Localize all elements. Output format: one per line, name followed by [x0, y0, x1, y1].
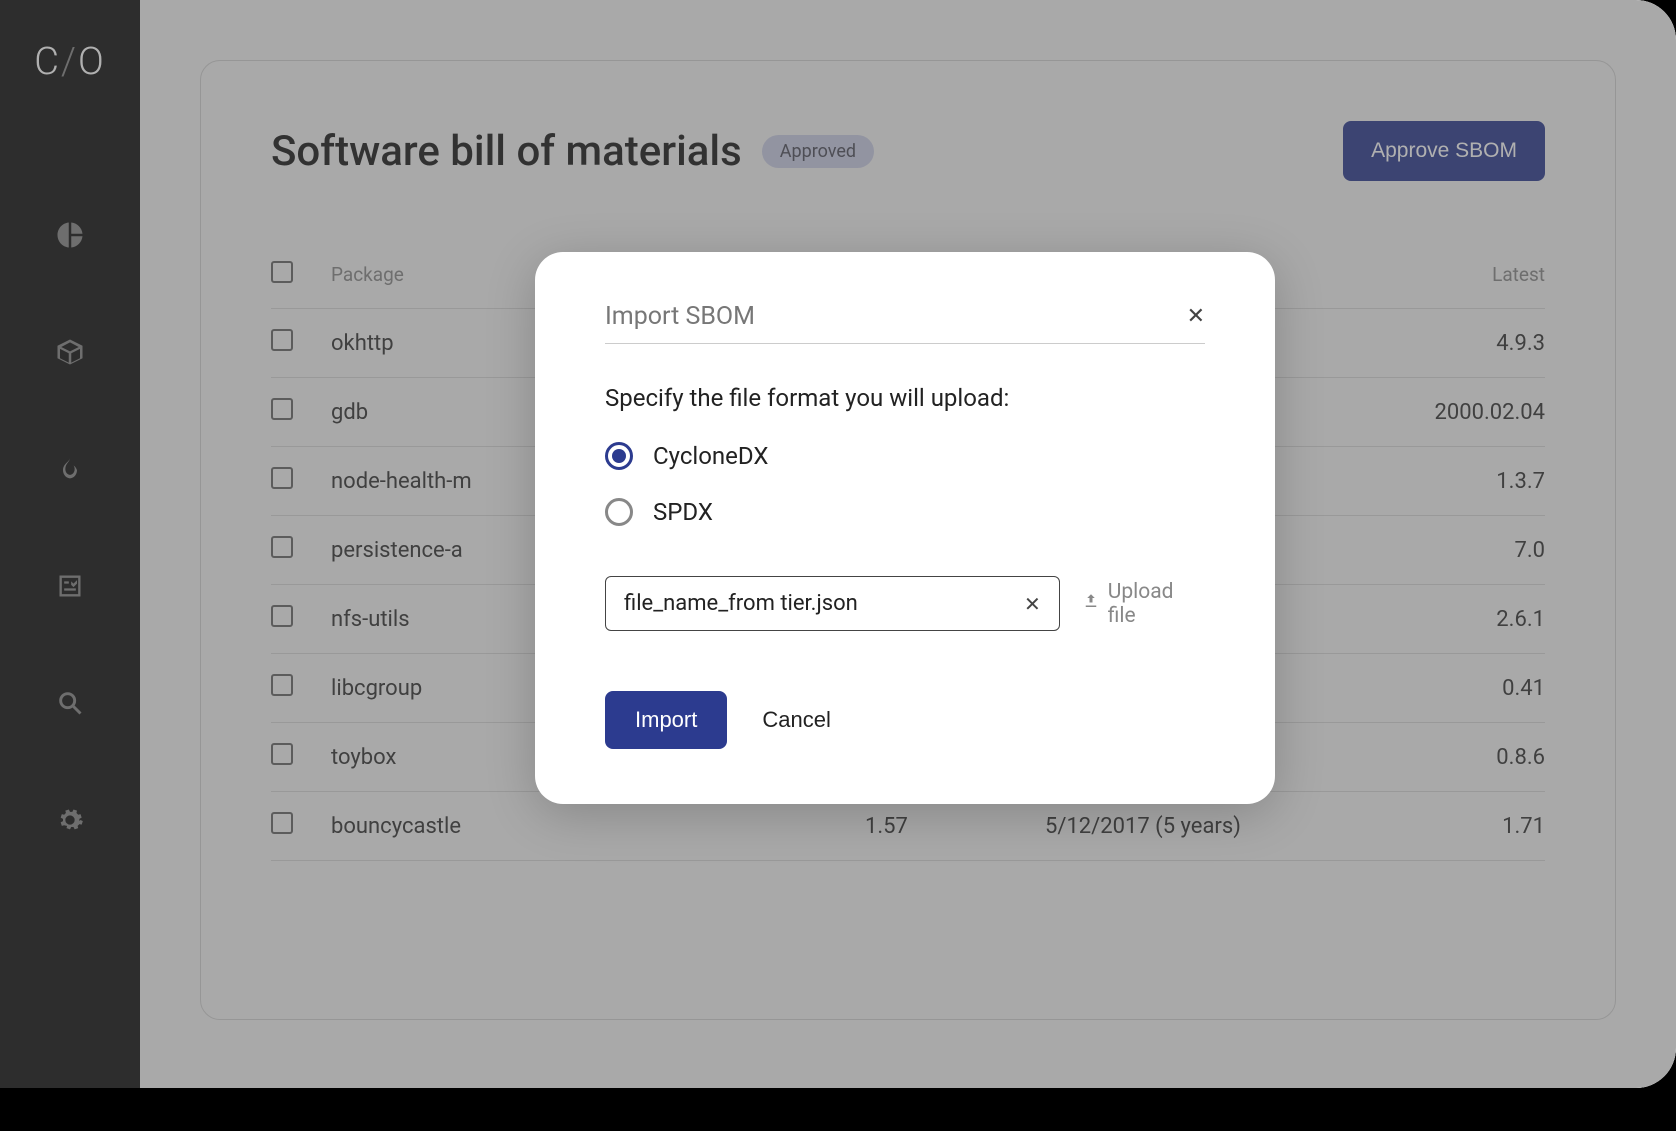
modal-title: Import SBOM [605, 302, 755, 331]
format-radio-group: CycloneDX SPDX [605, 442, 1205, 526]
import-button[interactable]: Import [605, 691, 727, 749]
clear-file-icon[interactable]: ✕ [1024, 592, 1041, 616]
radio-option-spdx[interactable]: SPDX [605, 498, 1205, 526]
file-name-text: file_name_from tier.json [624, 591, 858, 616]
radio-label: SPDX [653, 498, 713, 526]
upload-file-label: Upload file [1108, 580, 1205, 628]
upload-file-button[interactable]: Upload file [1082, 580, 1205, 628]
import-sbom-modal: Import SBOM ✕ Specify the file format yo… [535, 252, 1275, 804]
radio-label: CycloneDX [653, 442, 768, 470]
file-name-input[interactable]: file_name_from tier.json ✕ [605, 576, 1060, 631]
radio-icon [605, 498, 633, 526]
radio-icon [605, 442, 633, 470]
modal-prompt: Specify the file format you will upload: [605, 384, 1205, 412]
close-icon[interactable]: ✕ [1187, 304, 1205, 329]
cancel-button[interactable]: Cancel [762, 707, 830, 733]
upload-icon [1082, 592, 1100, 616]
radio-option-cyclonedx[interactable]: CycloneDX [605, 442, 1205, 470]
